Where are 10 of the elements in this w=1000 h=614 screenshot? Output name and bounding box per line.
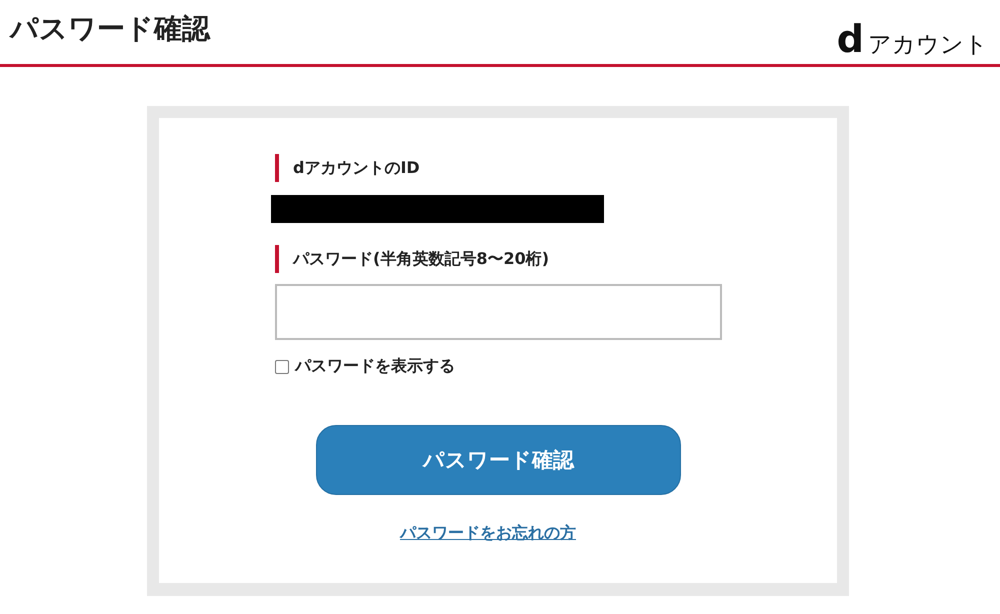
checkbox[interactable]: [275, 360, 289, 374]
page-title: パスワード確認: [10, 11, 210, 47]
forgot-password-link[interactable]: パスワードをお忘れの方: [400, 523, 576, 544]
field-label: dアカウントのID: [275, 154, 837, 182]
logo-mark: d: [836, 20, 864, 58]
checkbox-label: パスワードを表示する: [295, 356, 455, 377]
logo-text: アカウント: [868, 31, 988, 60]
field-label: パスワード(半角英数記号8〜20桁): [275, 245, 837, 273]
submit-button[interactable]: パスワード確認: [316, 425, 681, 495]
password-field[interactable]: [275, 284, 722, 340]
